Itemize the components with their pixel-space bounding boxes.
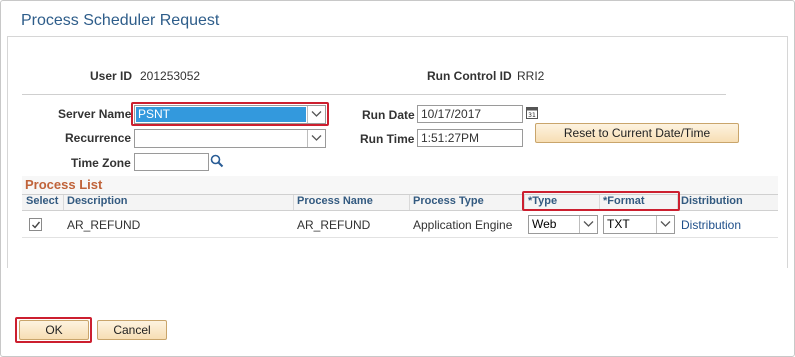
title-divider xyxy=(7,36,788,37)
row-process-name: AR_REFUND xyxy=(297,218,371,232)
calendar-icon[interactable]: 31 xyxy=(526,106,538,119)
col-divider xyxy=(293,195,294,210)
run-control-value: RRI2 xyxy=(517,69,545,83)
page-title: Process Scheduler Request xyxy=(21,12,220,29)
server-name-highlight xyxy=(131,102,329,126)
row-type-value: Web xyxy=(532,217,557,231)
row-distribution-link[interactable]: Distribution xyxy=(681,218,741,232)
left-border xyxy=(7,36,8,268)
header-divider xyxy=(22,94,726,95)
row-process-type: Application Engine xyxy=(413,218,513,232)
type-format-highlight xyxy=(522,191,680,211)
chevron-down-icon xyxy=(579,216,597,233)
recurrence-label: Recurrence xyxy=(65,131,132,145)
row-format-value: TXT xyxy=(607,217,630,231)
recurrence-select[interactable] xyxy=(134,129,326,148)
svg-text:31: 31 xyxy=(528,112,536,119)
server-name-label: Server Name xyxy=(58,107,132,121)
chevron-down-icon xyxy=(307,130,325,147)
reset-datetime-button[interactable]: Reset to Current Date/Time xyxy=(535,123,739,143)
run-date-label: Run Date xyxy=(362,108,415,122)
run-control-label: Run Control ID xyxy=(427,69,512,83)
col-description: Description xyxy=(67,195,128,207)
user-id-value: 201253052 xyxy=(140,69,201,83)
col-divider xyxy=(409,195,410,210)
time-zone-label: Time Zone xyxy=(71,156,131,170)
time-zone-input[interactable] xyxy=(134,153,209,171)
run-date-input[interactable]: 10/17/2017 xyxy=(417,105,523,123)
row-select-checkbox[interactable] xyxy=(29,218,42,231)
chevron-down-icon xyxy=(656,216,674,233)
user-id-label: User ID xyxy=(90,69,133,83)
row-description: AR_REFUND xyxy=(67,218,141,232)
row-format-select[interactable]: TXT xyxy=(603,215,675,234)
run-time-input[interactable]: 1:51:27PM xyxy=(417,129,523,147)
ok-highlight xyxy=(15,317,92,343)
col-select: Select xyxy=(26,195,59,207)
col-distribution: Distribution xyxy=(681,195,743,207)
magnifier-icon[interactable] xyxy=(210,154,224,168)
run-time-label: Run Time xyxy=(360,132,415,146)
col-divider xyxy=(63,195,64,210)
col-process-type: Process Type xyxy=(413,195,484,207)
right-border xyxy=(787,36,788,268)
process-list-title: Process List xyxy=(25,177,103,192)
cancel-button[interactable]: Cancel xyxy=(97,320,167,340)
col-process-name: Process Name xyxy=(297,195,373,207)
row-type-select[interactable]: Web xyxy=(528,215,598,234)
